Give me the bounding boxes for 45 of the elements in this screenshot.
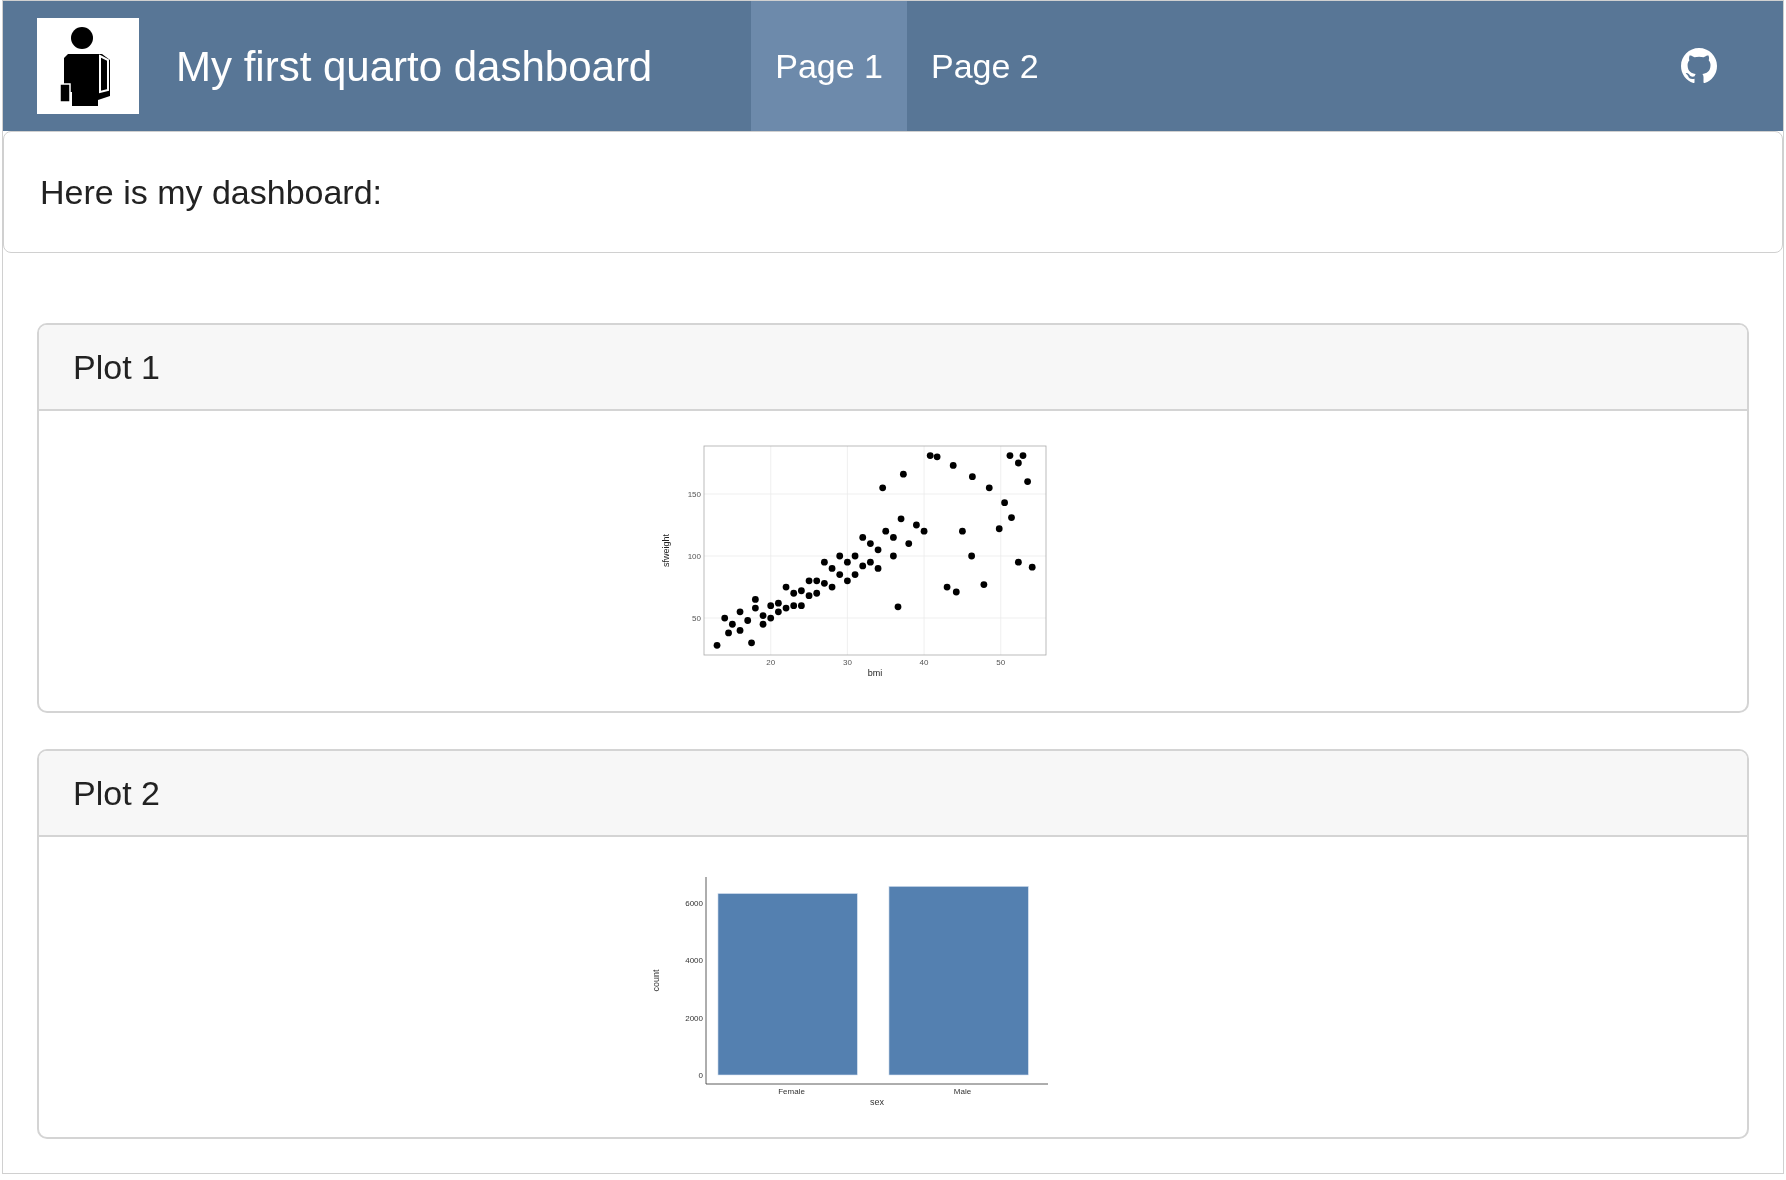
- intro-text: Here is my dashboard:: [40, 171, 383, 213]
- tick-label: Male: [953, 1086, 972, 1096]
- tick-label: 50: [996, 657, 1006, 667]
- data-point: [1008, 513, 1015, 521]
- data-point: [1024, 477, 1031, 485]
- github-icon[interactable]: [1681, 48, 1717, 84]
- tick-label: 100: [687, 551, 701, 561]
- data-point: [995, 524, 1003, 532]
- tick-label: 2000: [685, 1013, 703, 1023]
- card-title: Plot 2: [73, 772, 160, 814]
- tick-label: 150: [687, 489, 701, 499]
- data-point: [905, 539, 913, 547]
- data-point: [968, 552, 975, 559]
- data-point: [713, 641, 721, 649]
- data-point: [1001, 498, 1008, 506]
- data-point: [890, 552, 897, 559]
- tick-label: 30: [842, 657, 852, 667]
- tick-label: Female: [778, 1086, 805, 1096]
- data-point: [748, 638, 755, 646]
- data-point: [1028, 563, 1036, 571]
- data-point: [899, 470, 907, 478]
- axis-label: bmi: [867, 667, 883, 678]
- dashboard-title: My first quarto dashboard: [176, 41, 653, 92]
- axis-label: sex: [870, 1096, 884, 1107]
- data-point: [879, 483, 887, 491]
- tick-label: 6000: [685, 898, 703, 908]
- data-point: [969, 472, 976, 480]
- tick-label: 0: [698, 1070, 703, 1080]
- axis-label: sfweight: [661, 533, 671, 567]
- data-point: [1015, 558, 1022, 566]
- data-point: [894, 602, 902, 610]
- tick-label: 40: [919, 657, 929, 667]
- nav-tab[interactable]: Page 2: [907, 1, 1063, 131]
- tick-label: 50: [692, 613, 701, 623]
- data-point: [897, 514, 905, 522]
- axis-label: count: [651, 969, 661, 991]
- data-point: [959, 527, 966, 535]
- data-point: [985, 483, 993, 491]
- tick-label: 4000: [685, 955, 703, 965]
- nav-tab[interactable]: Page 1: [751, 1, 907, 131]
- tick-label: 20: [766, 657, 776, 667]
- logo-icon: [37, 18, 139, 114]
- data-point: [949, 461, 957, 469]
- card-title: Plot 1: [73, 346, 160, 388]
- data-point: [980, 580, 988, 588]
